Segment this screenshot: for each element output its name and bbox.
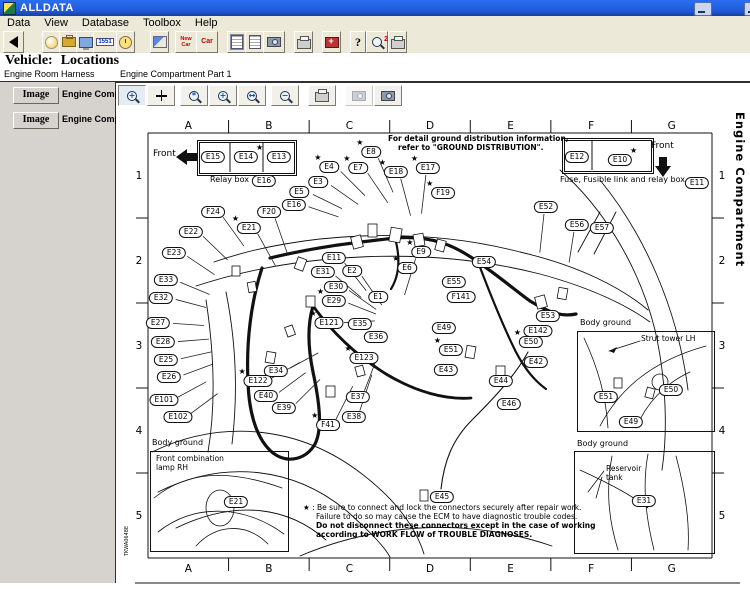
zoom-dynamic-button[interactable]: * bbox=[180, 85, 208, 106]
vehicle-report-icon bbox=[45, 36, 58, 49]
search-magnifier-button[interactable]: 2 bbox=[366, 31, 388, 53]
document-button[interactable] bbox=[245, 31, 264, 53]
history-clock-button[interactable] bbox=[116, 31, 135, 53]
car-select-icon: Car bbox=[201, 39, 213, 45]
image-button-2[interactable]: Image bbox=[13, 112, 59, 129]
tabs-row: Engine Room Harness Engine Compartment P… bbox=[0, 68, 750, 82]
copy-image-icon bbox=[352, 91, 366, 101]
help-button[interactable]: ? bbox=[350, 31, 366, 53]
toolbox-kit-icon bbox=[325, 37, 339, 48]
zoom-plus-icon: + bbox=[218, 91, 228, 101]
history-clock-icon bbox=[119, 36, 132, 49]
zoom-width-icon: ↔ bbox=[247, 91, 257, 101]
window-button-partial[interactable] bbox=[744, 2, 750, 16]
back-icon bbox=[9, 36, 18, 48]
zoom-width-button[interactable]: ↔ bbox=[238, 85, 266, 106]
zoom-dynamic-icon: * bbox=[189, 91, 199, 101]
menu-database[interactable]: Database bbox=[75, 16, 136, 30]
viewer-toolbar: + * + ↔ − bbox=[118, 85, 403, 106]
document-f-icon bbox=[231, 35, 243, 49]
sidebar-image-list: ImageEngine Compart ImageEngine Compart bbox=[0, 82, 116, 583]
repair-brush-button[interactable] bbox=[150, 31, 169, 53]
menu-help[interactable]: Help bbox=[188, 16, 225, 30]
search-magnifier-icon: 2 bbox=[372, 37, 382, 47]
pan-icon bbox=[156, 90, 167, 101]
zoom-in-button[interactable]: + bbox=[118, 85, 146, 106]
print-button[interactable] bbox=[294, 31, 313, 53]
export-image-icon bbox=[381, 91, 395, 101]
toolbox-kit-button[interactable] bbox=[322, 31, 341, 53]
camera-icon bbox=[267, 37, 281, 47]
zoom-plus-button[interactable]: + bbox=[209, 85, 237, 106]
title-bar: ALLDATA bbox=[0, 0, 750, 16]
menu-bar: DataViewDatabaseToolboxHelp bbox=[0, 16, 750, 31]
document-f-button[interactable] bbox=[227, 31, 246, 53]
image-button-1[interactable]: Image bbox=[13, 87, 59, 104]
window-title: ALLDATA bbox=[20, 2, 74, 14]
car-select-button[interactable]: Car bbox=[196, 31, 218, 53]
image-list-item: ImageEngine Compart bbox=[0, 85, 115, 107]
new-car-icon: New Car bbox=[180, 36, 191, 48]
vehicle-bar: Vehicle: Locations bbox=[0, 53, 750, 68]
zoom-in-icon: + bbox=[127, 91, 137, 101]
odometer-icon: 1551 bbox=[96, 38, 113, 46]
image-list-item: ImageEngine Compart bbox=[0, 110, 115, 132]
odometer-button[interactable]: 1551 bbox=[93, 31, 117, 53]
main-toolbar: 1551 New Car Car? 2 bbox=[0, 30, 750, 54]
app-window: ALLDATA DataViewDatabaseToolboxHelp 1551… bbox=[0, 0, 750, 595]
export-image-button[interactable] bbox=[374, 85, 402, 106]
camera-button[interactable] bbox=[263, 31, 285, 53]
vehicle-label: Vehicle: bbox=[5, 53, 53, 68]
menu-toolbox[interactable]: Toolbox bbox=[136, 16, 188, 30]
copy-image-button[interactable] bbox=[345, 85, 373, 106]
back-button[interactable] bbox=[3, 31, 24, 53]
help-icon: ? bbox=[355, 35, 361, 50]
component-search-icon bbox=[79, 37, 93, 48]
menu-view[interactable]: View bbox=[37, 16, 75, 30]
tab-engine-compartment-part1: Engine Compartment Part 1 bbox=[120, 69, 232, 79]
print-preview-button[interactable] bbox=[388, 31, 407, 53]
document-icon bbox=[249, 35, 261, 49]
repair-brush-icon bbox=[153, 36, 167, 48]
vehicle-value: Locations bbox=[61, 53, 119, 68]
print-image-button[interactable] bbox=[308, 85, 336, 106]
tab-engine-room-harness: Engine Room Harness bbox=[4, 69, 95, 79]
minimize-button[interactable] bbox=[694, 2, 712, 16]
print-preview-icon bbox=[391, 39, 405, 49]
zoom-out-icon: − bbox=[280, 91, 290, 101]
menu-data[interactable]: Data bbox=[0, 16, 37, 30]
app-logo-icon bbox=[3, 2, 16, 15]
briefcase-icon bbox=[62, 37, 76, 47]
image-viewer-panel: + * + ↔ − bbox=[116, 82, 750, 595]
print-image-icon bbox=[315, 92, 329, 102]
new-car-button[interactable]: New Car bbox=[175, 31, 197, 53]
print-icon bbox=[297, 39, 311, 49]
pan-button[interactable] bbox=[147, 85, 175, 106]
zoom-out-button[interactable]: − bbox=[271, 85, 299, 106]
